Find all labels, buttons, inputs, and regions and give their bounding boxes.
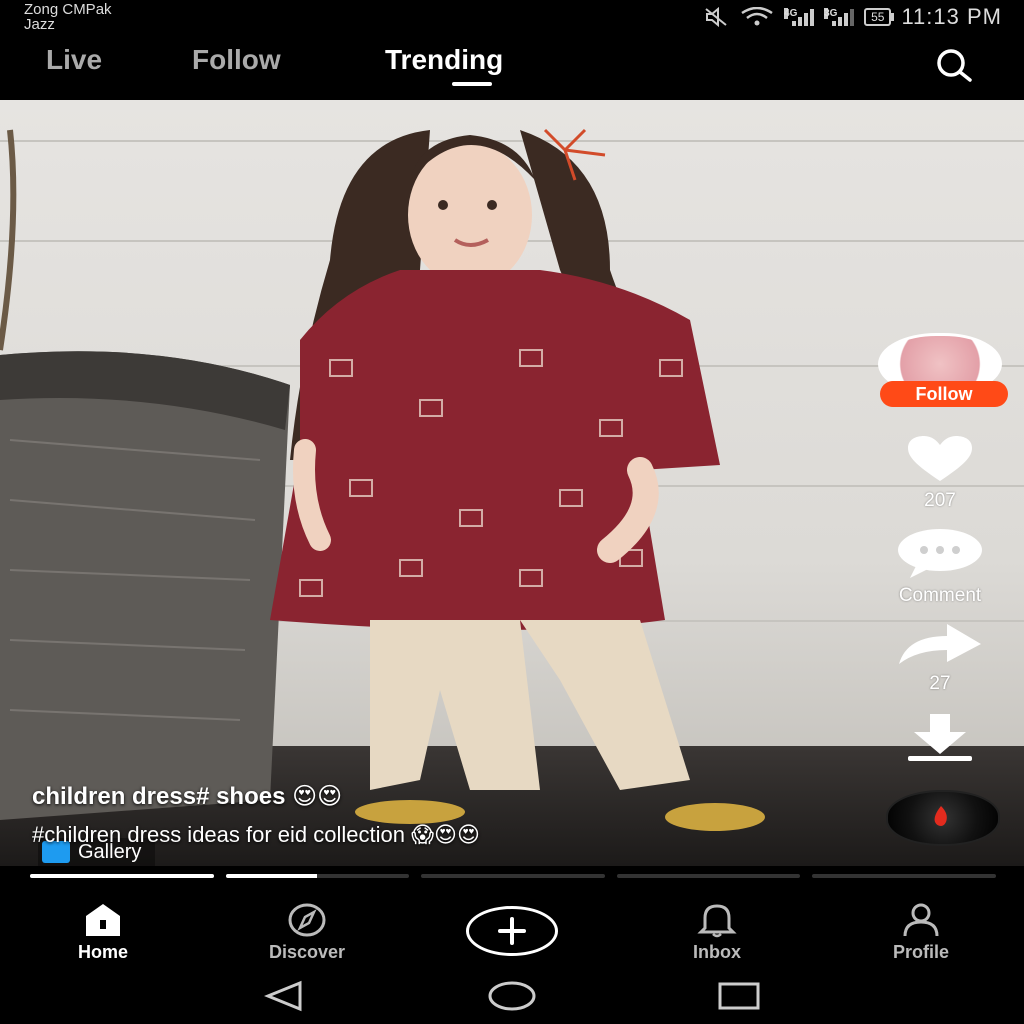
bottom-nav: Home Discover Inbox Profile — [0, 886, 1024, 970]
home-icon — [86, 904, 120, 936]
nav-profile-label: Profile — [892, 942, 949, 962]
share-count: 27 — [929, 673, 951, 694]
progress-segment — [616, 874, 801, 878]
nav-home-label: Home — [77, 942, 128, 962]
tab-trending[interactable]: Trending — [385, 44, 503, 76]
top-nav: Live Follow Trending — [0, 36, 1024, 100]
status-icons: 4G 3G 55 11:13 PM — [704, 4, 1002, 30]
network-type-2: 3G — [824, 8, 838, 19]
download-icon[interactable] — [900, 712, 980, 762]
nav-discover[interactable]: Discover — [252, 902, 362, 963]
nav-discover-label: Discover — [268, 942, 346, 962]
video-title: children dress# shoes 😍😍 — [32, 783, 343, 810]
progress-fill — [225, 874, 318, 878]
music-disc[interactable] — [886, 790, 1000, 846]
search-icon[interactable] — [934, 46, 974, 86]
progress-segment — [225, 874, 410, 878]
plus-icon — [498, 917, 526, 945]
progress-segment — [421, 874, 605, 878]
progress-segment — [812, 874, 996, 878]
back-icon[interactable] — [262, 980, 306, 1012]
carrier-line1: Zong CMPak — [24, 1, 112, 18]
clock: 11:13 PM — [901, 4, 1002, 29]
carrier-line2: Jazz — [24, 16, 55, 33]
home-circle-icon[interactable] — [486, 980, 538, 1012]
carrier-info: Zong CMPak Jazz — [24, 2, 112, 32]
person-icon — [903, 903, 939, 937]
video-player[interactable]: Follow 207 Comment 27 Gallery children d… — [0, 100, 1024, 866]
share-icon[interactable] — [897, 622, 983, 666]
signal-strength-2: 3G — [824, 8, 855, 26]
comment-label: Comment — [898, 585, 982, 606]
bell-icon — [697, 904, 737, 938]
heart-icon[interactable] — [906, 435, 974, 483]
battery-indicator: 55 — [864, 8, 895, 26]
flame-icon — [934, 806, 947, 826]
video-progress[interactable] — [30, 874, 996, 878]
compass-icon — [288, 903, 326, 937]
comment-icon[interactable] — [896, 528, 984, 578]
wifi-icon — [741, 7, 773, 26]
nav-home[interactable]: Home — [48, 902, 158, 963]
nav-profile[interactable]: Profile — [866, 902, 976, 963]
system-nav-bar — [0, 970, 1024, 1024]
nav-inbox[interactable]: Inbox — [662, 902, 772, 963]
progress-segment — [30, 874, 214, 878]
mute-icon — [705, 7, 727, 27]
network-type-1: 4G — [784, 8, 798, 19]
recents-icon[interactable] — [716, 980, 762, 1012]
nav-inbox-label: Inbox — [693, 942, 741, 962]
status-bar: Zong CMPak Jazz 4G 3G 55 11:13 PM — [0, 0, 1024, 36]
follow-button[interactable]: Follow — [880, 381, 1008, 407]
progress-fill — [30, 874, 214, 878]
video-description[interactable]: #children dress ideas for eid collection… — [32, 822, 480, 848]
active-tab-indicator — [452, 82, 492, 86]
share-action[interactable]: 27 — [870, 622, 1010, 695]
comment-action[interactable]: Comment — [870, 528, 1010, 607]
like-count: 207 — [924, 490, 956, 511]
tab-follow[interactable]: Follow — [192, 44, 281, 76]
signal-strength-1: 4G — [784, 8, 815, 26]
download-action[interactable] — [870, 712, 1010, 767]
tab-live[interactable]: Live — [46, 44, 102, 76]
like-action[interactable]: 207 — [870, 435, 1010, 512]
create-button[interactable] — [466, 906, 558, 956]
